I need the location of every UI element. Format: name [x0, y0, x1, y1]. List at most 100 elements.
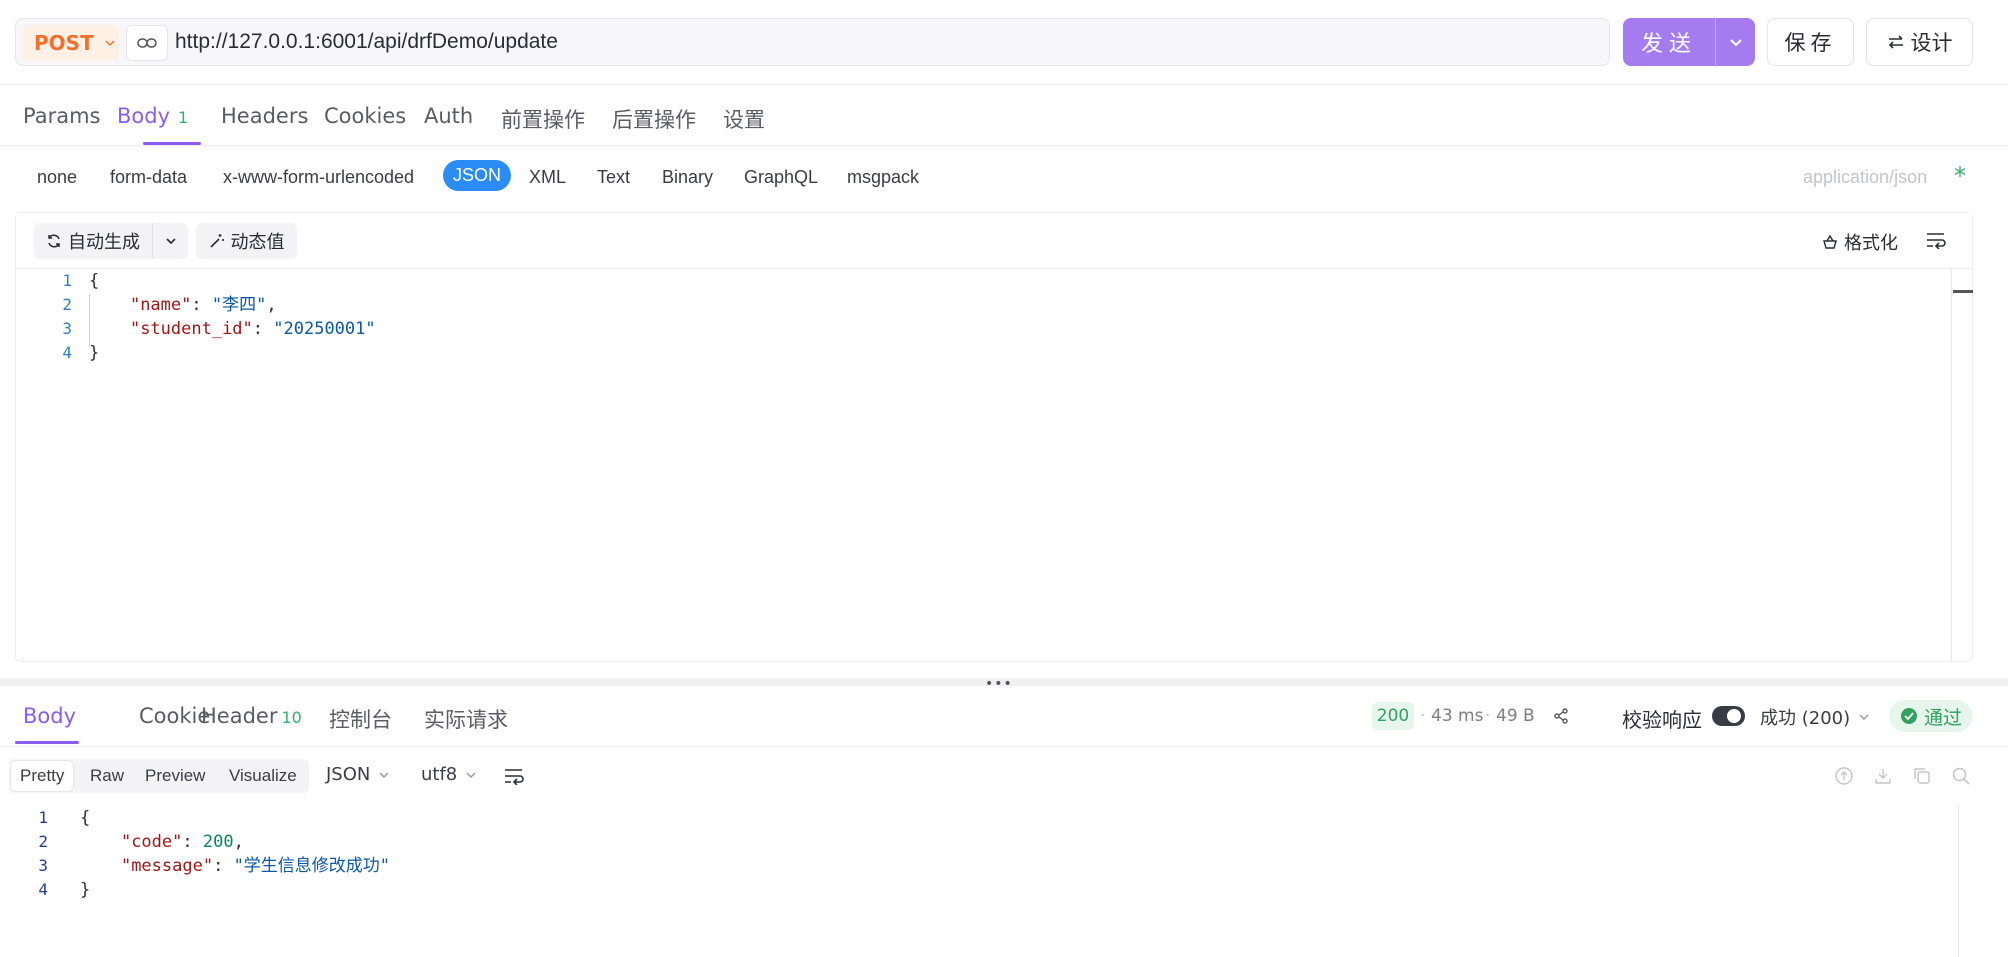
- code-token: {: [80, 808, 91, 828]
- share-icon[interactable]: [1553, 708, 1569, 728]
- tab-count-badge: 1: [178, 108, 189, 127]
- auto-generate-dropdown[interactable]: [152, 223, 188, 259]
- code-line: "message": "学生信息修改成功": [80, 854, 390, 878]
- code-token: 200: [202, 832, 234, 852]
- body-type-none[interactable]: none: [37, 167, 77, 188]
- swap-icon: [1888, 35, 1903, 49]
- divider: [0, 84, 2008, 85]
- tab-body[interactable]: Body 1: [117, 104, 188, 128]
- method-label: POST: [34, 31, 94, 55]
- response-tab-cookie[interactable]: Cookie: [139, 704, 210, 728]
- request-body-editor: 自动生成 动态值 格式化 1 2 3 4 {"name": "李四", "st…: [15, 212, 1973, 662]
- tab-label: 实际请求: [424, 708, 508, 732]
- tab-label: Body: [117, 104, 171, 128]
- request-tabs: Params Body 1 Headers Cookies Auth 前置操作 后…: [0, 96, 2008, 146]
- code-token: "student_id": [129, 319, 253, 339]
- body-type-form-data[interactable]: form-data: [110, 167, 187, 188]
- response-view-mode: Pretty Raw Preview Visualize: [9, 759, 309, 793]
- design-button[interactable]: 设计: [1866, 18, 1973, 66]
- send-button[interactable]: 发送: [1623, 18, 1755, 66]
- code-token: ,: [233, 832, 244, 852]
- encoding-select[interactable]: utf8: [421, 764, 477, 785]
- required-mark: *: [1954, 162, 1966, 190]
- magic-wand-icon: [209, 234, 224, 248]
- download-icon[interactable]: [1873, 766, 1893, 790]
- tab-headers[interactable]: Headers: [221, 104, 308, 128]
- result-select-value: 成功 (200): [1760, 708, 1851, 729]
- body-type-msgpack[interactable]: msgpack: [847, 167, 919, 188]
- body-type-json[interactable]: JSON: [443, 160, 512, 191]
- view-mode-pretty[interactable]: Pretty: [11, 761, 74, 791]
- editor-scrollbar[interactable]: [1951, 269, 1952, 661]
- response-scrollbar[interactable]: [1958, 806, 1959, 957]
- response-tab-header[interactable]: Header 10: [201, 704, 302, 728]
- tab-label: Params: [23, 104, 101, 128]
- response-tab-actual-request[interactable]: 实际请求: [424, 704, 508, 734]
- code-token: }: [89, 343, 100, 363]
- body-type-text[interactable]: Text: [597, 167, 630, 188]
- validate-response-label: 校验响应: [1622, 708, 1702, 732]
- response-code-area[interactable]: 1 2 3 4 { "code": 200, "message": "学生信息修…: [0, 806, 1950, 957]
- code-token: :: [252, 319, 274, 339]
- response-tab-body[interactable]: Body: [23, 704, 76, 728]
- upload-icon[interactable]: [1834, 766, 1854, 790]
- refresh-icon: [48, 234, 60, 248]
- wrap-lines-icon[interactable]: [504, 767, 524, 789]
- tab-label: Cookies: [324, 104, 407, 128]
- encoding-value: utf8: [421, 764, 458, 785]
- wrap-lines-icon[interactable]: [1926, 231, 1946, 253]
- drag-handle-icon[interactable]: •••: [985, 676, 1013, 692]
- body-type-graphql[interactable]: GraphQL: [744, 167, 818, 188]
- copy-icon[interactable]: [1912, 766, 1932, 790]
- code-token: "name": [129, 295, 192, 315]
- active-tab-indicator: [15, 741, 79, 744]
- line-number: 4: [62, 343, 72, 362]
- code-token: "李四": [211, 295, 267, 315]
- tab-label: 设置: [723, 108, 765, 132]
- code-line: "student_id": "20250001": [89, 317, 376, 341]
- link-button[interactable]: [126, 25, 168, 61]
- dynamic-value-button[interactable]: 动态值: [196, 223, 297, 259]
- body-type-xml[interactable]: XML: [529, 167, 566, 188]
- response-tab-console[interactable]: 控制台: [329, 704, 392, 734]
- tab-cookies[interactable]: Cookies: [324, 104, 406, 128]
- status-code-badge: 200: [1372, 702, 1414, 730]
- code-token: }: [80, 880, 91, 900]
- send-dropdown[interactable]: [1715, 18, 1755, 66]
- code-token: :: [191, 295, 212, 315]
- tab-label: Auth: [424, 104, 474, 128]
- format-button[interactable]: 格式化: [1822, 229, 1898, 255]
- scrollbar-cursor-mark: [1953, 290, 1973, 293]
- auto-generate-button[interactable]: 自动生成: [34, 228, 152, 254]
- tab-label: Header: [201, 704, 278, 728]
- body-type-binary[interactable]: Binary: [662, 167, 713, 188]
- code-token: ,: [266, 295, 277, 315]
- content-type-label: application/json: [1803, 167, 1928, 187]
- tab-label: 前置操作: [501, 108, 585, 132]
- response-format-select[interactable]: JSON: [326, 764, 390, 785]
- tab-settings[interactable]: 设置: [723, 104, 765, 134]
- tab-pre-operations[interactable]: 前置操作: [501, 104, 585, 134]
- body-type-urlencoded[interactable]: x-www-form-urlencoded: [223, 167, 414, 188]
- tab-post-operations[interactable]: 后置操作: [612, 104, 696, 134]
- url-input[interactable]: http://127.0.0.1:6001/api/drfDemo/update: [175, 30, 558, 54]
- method-select[interactable]: POST: [22, 25, 119, 61]
- search-icon[interactable]: [1951, 766, 1971, 790]
- result-select[interactable]: 成功 (200): [1760, 704, 1870, 730]
- separator-dot: ·: [1420, 706, 1426, 726]
- view-mode-preview[interactable]: Preview: [145, 766, 205, 786]
- validate-response-toggle[interactable]: [1712, 706, 1745, 726]
- view-mode-visualize[interactable]: Visualize: [229, 766, 297, 786]
- view-mode-raw[interactable]: Raw: [90, 766, 124, 786]
- tab-params[interactable]: Params: [23, 104, 101, 128]
- code-token: {: [89, 271, 100, 291]
- save-button[interactable]: 保存: [1767, 18, 1854, 66]
- editor-toolbar: 自动生成 动态值 格式化: [16, 213, 1972, 269]
- tab-auth[interactable]: Auth: [424, 104, 473, 128]
- check-circle-icon: [1900, 708, 1917, 724]
- auto-generate-label: 自动生成: [68, 232, 140, 253]
- chevron-down-icon: [105, 40, 115, 47]
